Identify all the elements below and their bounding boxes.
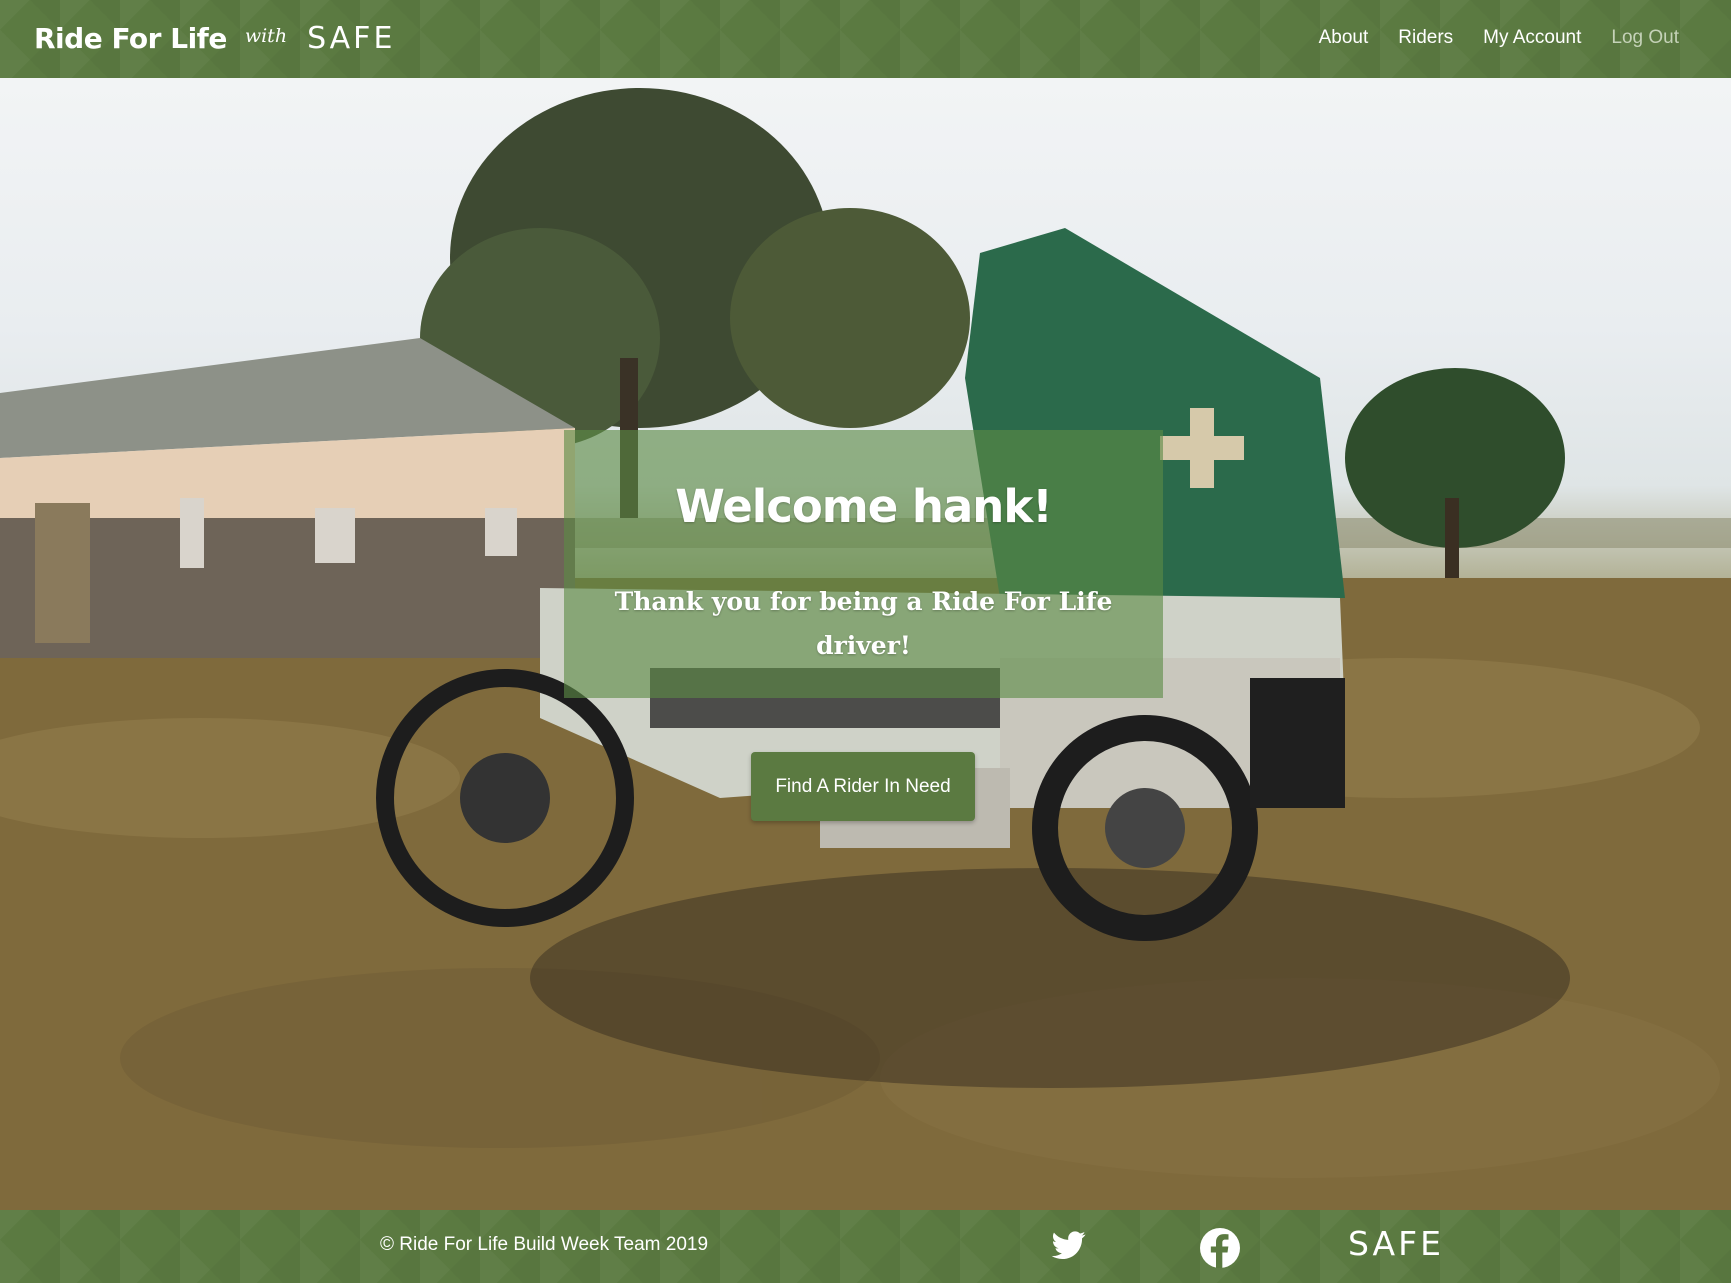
nav-about-link[interactable]: About (1319, 22, 1369, 54)
top-nav-bar: Ride For Life with SAFE About Riders My … (0, 0, 1731, 78)
footer: © Ride For Life Build Week Team 2019 SAF… (0, 1210, 1731, 1283)
footer-safe-logo[interactable]: SAFE (1348, 1224, 1444, 1263)
welcome-message: Thank you for being a Ride For Life driv… (614, 587, 1113, 660)
welcome-card: Welcome hank! Thank you for being a Ride… (564, 430, 1163, 698)
find-rider-button[interactable]: Find A Rider In Need (751, 752, 975, 821)
brand-title: Ride For Life (34, 21, 227, 55)
brand-safe-logo: SAFE (307, 20, 396, 56)
welcome-heading: Welcome hank! (675, 480, 1053, 533)
nav-my-account-link[interactable]: My Account (1483, 22, 1581, 54)
brand-with: with (244, 25, 288, 47)
hero-section: Welcome hank! Thank you for being a Ride… (0, 78, 1731, 1210)
nav-riders-link[interactable]: Riders (1398, 22, 1453, 54)
page: Ride For Life with SAFE About Riders My … (0, 0, 1731, 1283)
main-nav: About Riders My Account Log Out (1319, 22, 1679, 54)
brand-logo[interactable]: Ride For Life with SAFE (34, 18, 395, 58)
twitter-icon[interactable] (1050, 1228, 1088, 1262)
nav-log-out-link[interactable]: Log Out (1611, 22, 1679, 54)
copyright-text: © Ride For Life Build Week Team 2019 (380, 1234, 709, 1255)
facebook-icon[interactable] (1200, 1228, 1240, 1268)
